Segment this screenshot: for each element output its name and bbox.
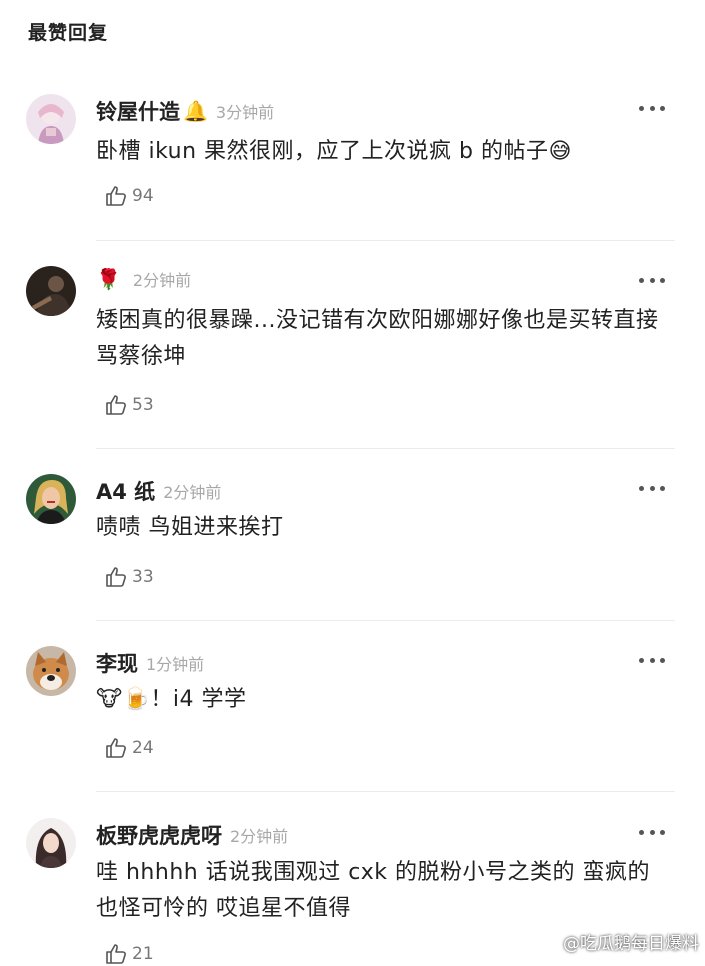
comment-text: 哇 hhhhh 话说我围观过 cxk 的脱粉小号之类的 蛮疯的 也怪可怜的 哎追… — [96, 860, 651, 921]
comment-text: 矮困真的很暴躁...没记错有次欧阳娜娜好像也是买转直接骂蔡徐坤 — [96, 308, 659, 369]
watermark-text: @吃瓜鹅每日爆料 — [563, 934, 699, 954]
more-dots-icon[interactable] — [639, 103, 665, 113]
avatar[interactable] — [26, 818, 76, 868]
section-title: 最赞回复 — [28, 22, 109, 44]
like-button[interactable]: 21 — [104, 942, 154, 966]
more-dots-icon[interactable] — [639, 483, 665, 493]
like-count: 94 — [132, 186, 154, 206]
username[interactable]: 铃屋什造 — [96, 96, 180, 126]
like-button[interactable]: 24 — [104, 736, 154, 760]
username[interactable]: 李现 — [96, 648, 138, 678]
comment-text: 🐮🍺！i4 学学 — [96, 687, 247, 712]
like-button[interactable]: 33 — [104, 565, 154, 589]
thumbs-up-icon — [106, 186, 126, 206]
thumbs-up-icon — [106, 944, 126, 964]
username[interactable]: 板野虎虎虎呀 — [96, 820, 222, 850]
timestamp: 2分钟前 — [163, 483, 222, 502]
more-dots-icon[interactable] — [639, 655, 665, 665]
like-button[interactable]: 53 — [104, 393, 154, 417]
watermark: @吃瓜鹅每日爆料 — [537, 929, 699, 954]
rose-badge-icon: 🌹 — [96, 267, 121, 291]
thumbs-up-icon — [106, 567, 126, 587]
divider — [96, 791, 675, 792]
thumbs-up-icon — [106, 395, 126, 415]
like-count: 21 — [132, 944, 154, 964]
timestamp: 2分钟前 — [230, 827, 289, 846]
timestamp: 3分钟前 — [215, 103, 275, 122]
weibo-logo-icon — [537, 933, 558, 951]
timestamp: 1分钟前 — [146, 655, 205, 674]
avatar[interactable] — [26, 94, 76, 144]
bell-badge-icon: 🔔 — [183, 99, 208, 123]
username[interactable]: A4 纸 — [96, 476, 155, 506]
divider — [96, 240, 675, 241]
more-dots-icon[interactable] — [639, 275, 665, 285]
timestamp: 2分钟前 — [132, 271, 192, 290]
like-count: 24 — [132, 738, 154, 758]
avatar[interactable] — [26, 646, 76, 696]
comment-text: 卧槽 ikun 果然很刚，应了上次说疯 b 的帖子😅 — [96, 139, 572, 164]
divider — [96, 448, 675, 449]
thumbs-up-icon — [106, 738, 126, 758]
comment-text: 啧啧 鸟姐进来挨打 — [96, 515, 284, 540]
avatar[interactable] — [26, 474, 76, 524]
avatar[interactable] — [26, 266, 76, 316]
like-button[interactable]: 94 — [104, 184, 154, 208]
like-count: 33 — [132, 567, 154, 587]
divider — [96, 620, 675, 621]
like-count: 53 — [132, 395, 154, 415]
more-dots-icon[interactable] — [639, 827, 665, 837]
